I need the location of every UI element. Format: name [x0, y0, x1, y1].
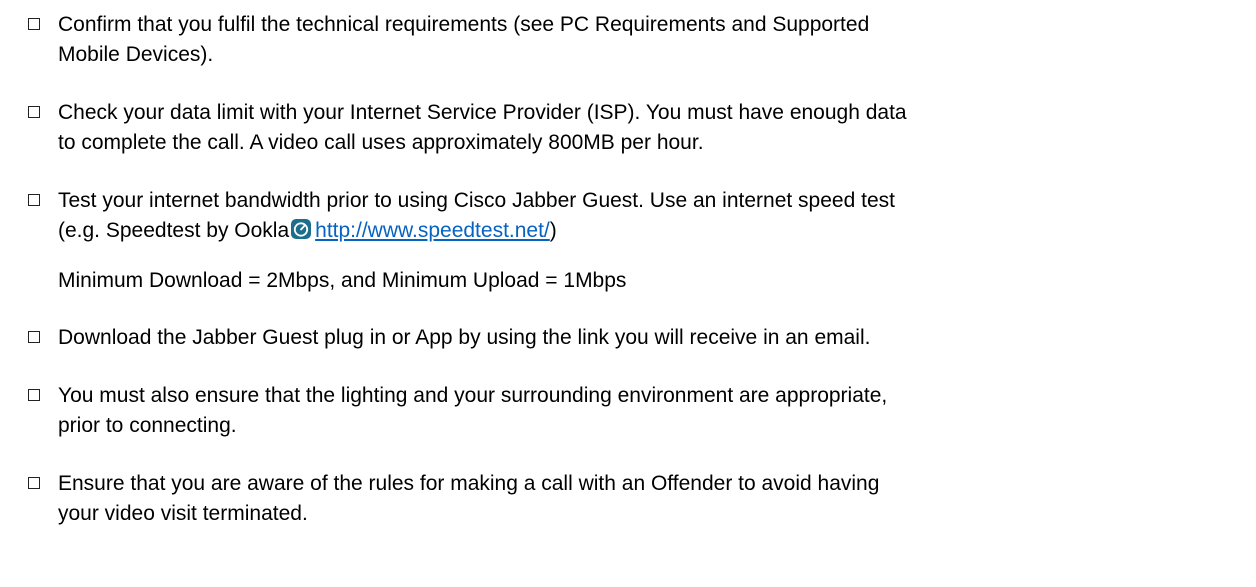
checkbox[interactable] — [28, 18, 40, 30]
item-line: (e.g. Speedtest by Ookla http://www.spee… — [58, 216, 1228, 246]
item-text: Test your internet bandwidth prior to us… — [58, 186, 1228, 246]
speedtest-gauge-icon — [291, 219, 312, 239]
item-text: You must also ensure that the lighting a… — [58, 381, 1228, 441]
checklist-item: Confirm that you fulfil the technical re… — [28, 10, 1228, 70]
item-line: Test your internet bandwidth prior to us… — [58, 189, 895, 212]
item-text: Ensure that you are aware of the rules f… — [58, 469, 1228, 529]
checklist-page: Confirm that you fulfil the technical re… — [0, 0, 1256, 587]
item-line: Ensure that you are aware of the rules f… — [58, 472, 880, 495]
checkbox[interactable] — [28, 389, 40, 401]
checkbox[interactable] — [28, 194, 40, 206]
checkbox[interactable] — [28, 106, 40, 118]
speedtest-link[interactable]: http://www.speedtest.net/ — [315, 219, 550, 242]
item-line-prefix: (e.g. Speedtest by Ookla — [58, 219, 290, 242]
item-text: Download the Jabber Guest plug in or App… — [58, 323, 1228, 353]
item-line: Download the Jabber Guest plug in or App… — [58, 326, 871, 349]
checklist-item: Ensure that you are aware of the rules f… — [28, 469, 1228, 529]
item-text: Check your data limit with your Internet… — [58, 98, 1228, 158]
item-line: Mobile Devices). — [58, 43, 214, 66]
checklist-item: You must also ensure that the lighting a… — [28, 381, 1228, 441]
item-line-suffix: ) — [549, 219, 557, 242]
bandwidth-note: Minimum Download = 2Mbps, and Minimum Up… — [58, 269, 627, 292]
checkbox[interactable] — [28, 477, 40, 489]
item-text: Confirm that you fulfil the technical re… — [58, 10, 1228, 70]
item-line: your video visit terminated. — [58, 502, 308, 525]
checkbox[interactable] — [28, 331, 40, 343]
checklist-item: Check your data limit with your Internet… — [28, 98, 1228, 158]
checklist-item: Download the Jabber Guest plug in or App… — [28, 323, 1228, 353]
item-line: Confirm that you fulfil the technical re… — [58, 13, 870, 36]
item-line: prior to connecting. — [58, 414, 237, 437]
checklist-item: Test your internet bandwidth prior to us… — [28, 186, 1228, 246]
item-line: Check your data limit with your Internet… — [58, 101, 907, 124]
item-line: You must also ensure that the lighting a… — [58, 384, 888, 407]
item-line: to complete the call. A video call uses … — [58, 131, 704, 154]
